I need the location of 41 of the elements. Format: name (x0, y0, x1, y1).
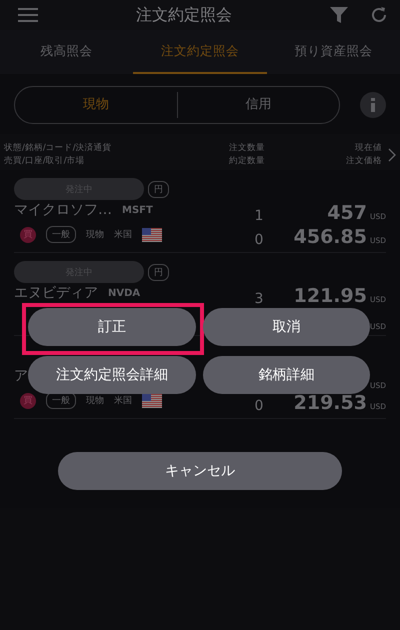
column-header: 現在値 注文価格 (345, 142, 382, 168)
stock-name: エヌビディア (14, 285, 98, 301)
us-flag-icon (142, 394, 162, 408)
current-price: 121.95 (294, 285, 367, 307)
column-header: 注文数量 約定数量 (228, 142, 266, 168)
tab[interactable]: 預り資産照会 (266, 30, 400, 74)
segment-option[interactable]: 現物 (15, 92, 176, 118)
currency-tag: 円 (148, 180, 169, 198)
filled-quantity: 0 (254, 232, 264, 248)
column-header: 状態/銘柄/コード/決済通貨 売買/口座/取引/市場 (4, 142, 113, 168)
stock-name: ア (14, 368, 28, 384)
action-button[interactable]: 訂正 (28, 308, 196, 346)
stock-name: マイクロソフ… (14, 202, 112, 218)
refresh-icon[interactable] (370, 6, 388, 24)
stock-code: NVDA (108, 288, 140, 298)
account-tag: 一般 (46, 226, 76, 243)
tab[interactable]: 残高照会 (0, 30, 134, 74)
menu-icon[interactable] (18, 8, 38, 22)
cancel-button[interactable]: キャンセル (58, 452, 342, 490)
trade-type: 現物 (86, 394, 104, 407)
market-label: 米国 (114, 394, 132, 407)
order-quantity: 3 (254, 291, 264, 307)
order-price: 219.53 (294, 392, 367, 414)
action-button[interactable]: 銘柄詳細 (202, 356, 370, 394)
chevron-right-icon[interactable] (388, 148, 396, 162)
screen-title: 注文約定照会 (136, 4, 232, 26)
action-button[interactable]: 取消 (202, 308, 370, 346)
filter-icon[interactable] (330, 6, 348, 24)
info-icon[interactable] (360, 92, 386, 118)
stock-code: MSFT (122, 204, 153, 216)
market-label: 米国 (114, 228, 132, 241)
order-quantity: 1 (254, 208, 264, 224)
segment-option[interactable]: 信用 (176, 92, 339, 118)
current-price: 457 (327, 202, 367, 224)
currency-tag: 円 (148, 264, 169, 280)
us-flag-icon (142, 228, 162, 242)
order-price: 456.85 (294, 226, 367, 248)
tab[interactable]: 注文約定照会 (133, 30, 267, 74)
action-button[interactable]: 注文約定照会詳細 (28, 356, 196, 394)
filled-quantity: 0 (254, 398, 264, 414)
trade-type: 現物 (86, 228, 104, 241)
